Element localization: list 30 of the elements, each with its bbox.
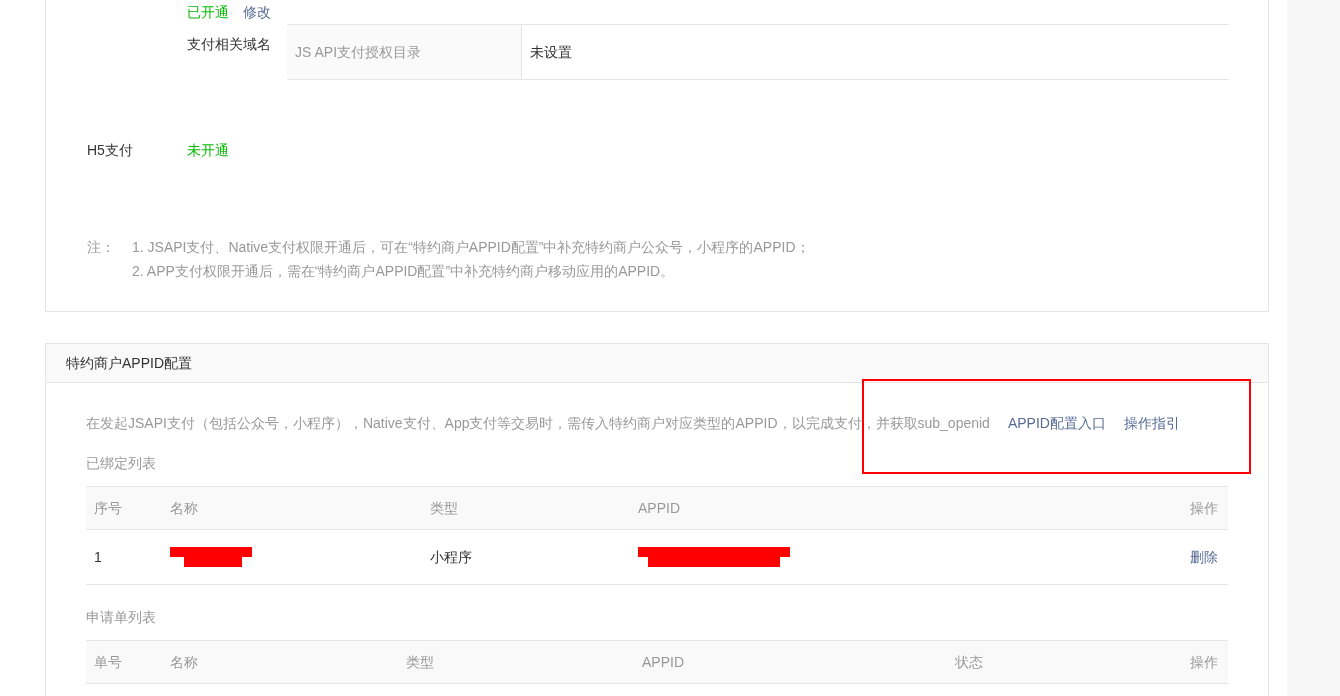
- table-cell-text: 未设置: [529, 42, 573, 62]
- column-header: 操作: [1190, 652, 1219, 672]
- column-header: 名称: [170, 652, 199, 672]
- intro-text: 在发起JSAPI支付（包括公众号，小程序），Native支付、App支付等交易时，需传入特约商户对应类型的APPID，以完成支付，并获取sub_openid: [86, 413, 990, 433]
- table-cell: JS API支付授权目录: [287, 25, 522, 79]
- list-title: 已绑定列表: [86, 454, 157, 473]
- column-header: 类型: [406, 652, 435, 672]
- table-cell-text: 小程序: [430, 547, 473, 567]
- field-label: H5支付: [87, 141, 134, 160]
- edit-link[interactable]: 修改: [243, 2, 271, 23]
- column-header: 序号: [94, 498, 123, 518]
- list-title: 申请单列表: [86, 608, 157, 627]
- note-text: 2. APP支付权限开通后，需在“特约商户APPID配置”中补充特约商户移动应用的APPID。: [132, 262, 676, 281]
- column-header: 类型: [430, 498, 459, 518]
- section-header: 特约商户APPID配置: [46, 344, 1268, 383]
- delete-link[interactable]: 删除: [1190, 546, 1220, 568]
- link[interactable]: 操作指引: [1123, 412, 1180, 434]
- status-text: 已开通: [187, 3, 229, 22]
- note-label: 注：: [87, 238, 116, 257]
- note-text: 1. JSAPI支付、Native支付权限开通后，可在“特约商户APPID配置”中补充特约商户公众号，小程序的APPID；: [132, 238, 810, 257]
- column-header: APPID: [642, 652, 685, 672]
- field-label: 支付相关域名: [187, 35, 272, 54]
- table-cell-text: 1: [94, 547, 103, 567]
- column-header: 操作: [1190, 498, 1219, 518]
- column-header: 状态: [955, 652, 984, 672]
- status-text: 未开通: [187, 141, 229, 160]
- link[interactable]: APPID配置入口: [1007, 412, 1106, 434]
- column-header: 名称: [170, 498, 199, 518]
- column-header: 单号: [94, 652, 123, 672]
- column-header: APPID: [638, 498, 681, 518]
